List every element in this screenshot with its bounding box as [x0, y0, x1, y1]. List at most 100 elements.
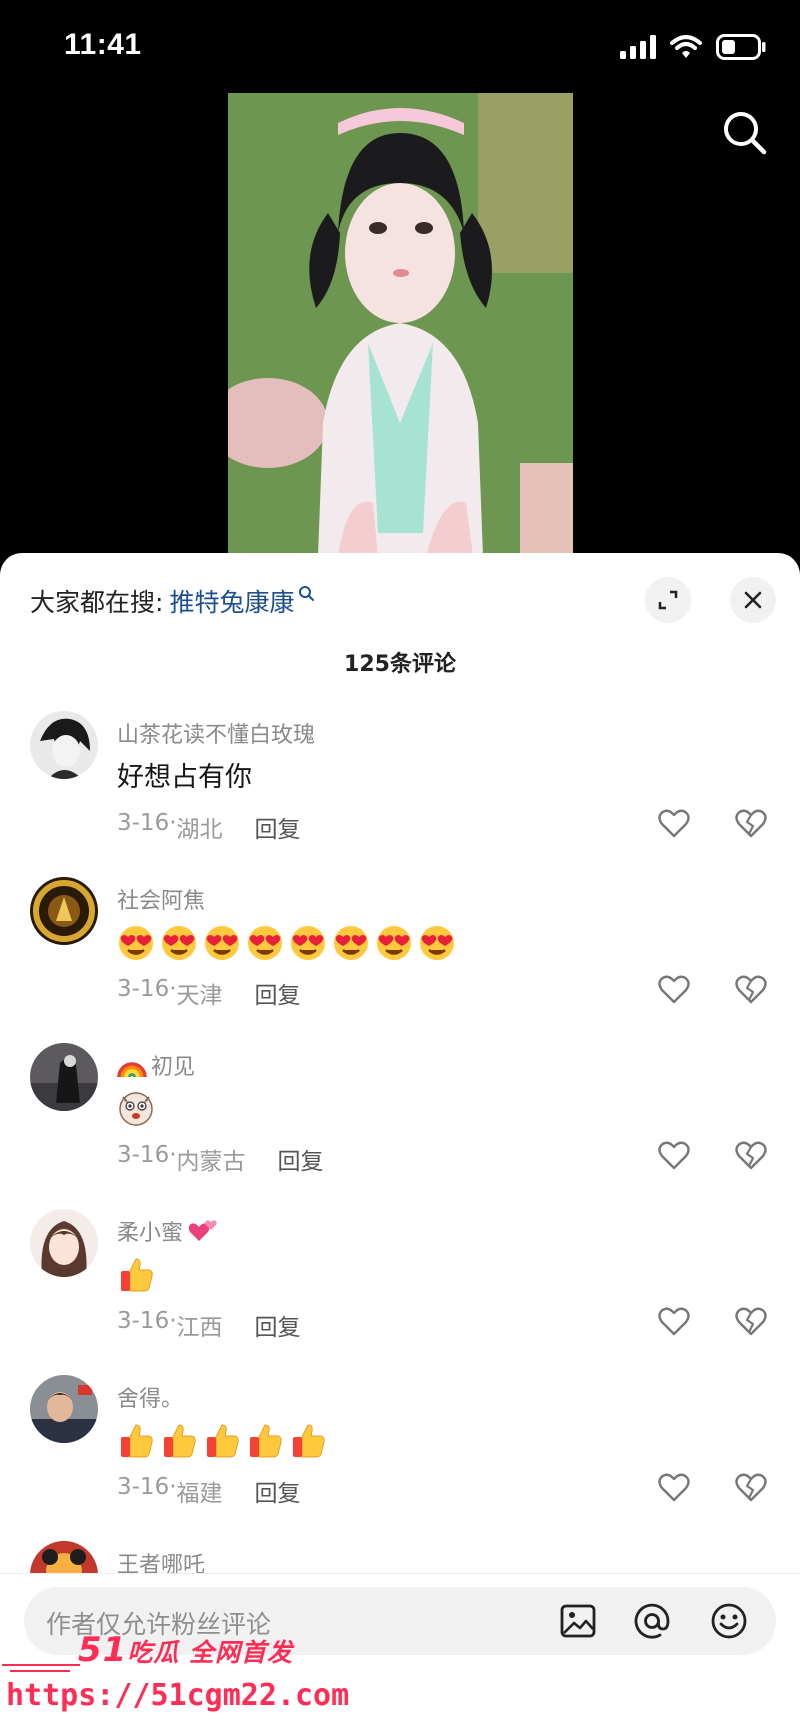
comment-emoji-row	[117, 1421, 327, 1459]
broken-heart-icon	[735, 1141, 767, 1170]
heart-icon	[658, 1473, 690, 1502]
expand-icon	[658, 590, 678, 610]
comment-username[interactable]: 社会阿焦	[117, 883, 205, 915]
avatar[interactable]	[30, 711, 98, 779]
reply-button[interactable]: 回复	[255, 1308, 301, 1342]
comment-date: 3-16	[117, 810, 170, 836]
wifi-icon	[670, 35, 702, 63]
like-button[interactable]	[657, 1139, 691, 1173]
thumbs-up-emoji	[121, 1424, 153, 1458]
dislike-button[interactable]	[734, 807, 768, 841]
two-hearts-emoji	[188, 1220, 217, 1241]
thumbs-up-emoji	[293, 1424, 325, 1458]
close-button[interactable]	[730, 577, 776, 623]
comment-username[interactable]: 初见	[117, 1049, 195, 1081]
comment-location: 江西	[176, 1315, 223, 1341]
heart-eyes-emoji	[162, 926, 196, 960]
smiley-icon	[711, 1603, 747, 1639]
battery-icon	[716, 34, 766, 64]
comment-date: 3-16	[117, 976, 170, 1002]
video-frame[interactable]	[228, 93, 573, 556]
comment-item: 舍得。 3-16 · 福建 回复	[0, 1375, 800, 1535]
reply-button[interactable]: 回复	[278, 1142, 324, 1176]
status-bar: 11:41	[0, 0, 800, 96]
image-button[interactable]	[558, 1601, 598, 1641]
comment-location: 福建	[176, 1481, 223, 1507]
comment-location: 湖北	[176, 817, 223, 843]
dislike-button[interactable]	[734, 1305, 768, 1339]
reply-button[interactable]: 回复	[255, 810, 301, 844]
avatar[interactable]	[30, 1209, 98, 1277]
heart-icon	[658, 1141, 690, 1170]
avatar[interactable]	[30, 1043, 98, 1111]
hot-search-keyword[interactable]: 推特兔康康	[169, 583, 294, 619]
heart-icon	[658, 1307, 690, 1336]
heart-eyes-emoji	[377, 926, 411, 960]
heart-icon	[658, 975, 690, 1004]
broken-heart-icon	[735, 1307, 767, 1336]
watermark-speed-lines	[2, 1664, 80, 1672]
comment-meta: 3-16 · 天津 回复	[117, 976, 301, 1010]
hot-search-prefix: 大家都在搜:	[30, 588, 164, 617]
like-button[interactable]	[657, 807, 691, 841]
like-button[interactable]	[657, 1471, 691, 1505]
watermark-brand: 51吃瓜 全网首发	[78, 1630, 293, 1670]
comment-location: 内蒙古	[176, 1149, 246, 1175]
comment-meta: 3-16 · 湖北 回复	[117, 810, 301, 844]
signal-icon	[620, 35, 656, 63]
hot-search-bar[interactable]: 大家都在搜: 推特兔康康	[30, 583, 316, 619]
comment-username[interactable]: 柔小蜜	[117, 1215, 219, 1247]
broken-heart-icon	[735, 1473, 767, 1502]
watermark-brand-text: 吃瓜 全网首发	[127, 1638, 294, 1667]
comment-item: 社会阿焦 3-16 · 天津 回复	[0, 877, 800, 1037]
comment-username[interactable]: 山茶花读不懂白玫瑰	[117, 717, 315, 749]
funny-face-emoji	[119, 1092, 153, 1126]
reply-button[interactable]: 回复	[255, 1474, 301, 1508]
rainbow-emoji	[117, 1062, 147, 1078]
thumbs-up-emoji	[207, 1424, 239, 1458]
close-icon	[744, 591, 762, 609]
like-button[interactable]	[657, 1305, 691, 1339]
image-icon	[560, 1604, 596, 1638]
heart-eyes-emoji	[205, 926, 239, 960]
search-icon	[724, 112, 767, 155]
like-button[interactable]	[657, 973, 691, 1007]
dislike-button[interactable]	[734, 1471, 768, 1505]
expand-button[interactable]	[645, 577, 691, 623]
mention-button[interactable]	[632, 1601, 672, 1641]
broken-heart-icon	[735, 809, 767, 838]
comment-meta: 3-16 · 江西 回复	[117, 1308, 301, 1342]
thumbs-up-emoji	[164, 1424, 196, 1458]
dislike-button[interactable]	[734, 973, 768, 1007]
reply-button[interactable]: 回复	[255, 976, 301, 1010]
comment-meta: 3-16 · 福建 回复	[117, 1474, 301, 1508]
dislike-button[interactable]	[734, 1139, 768, 1173]
search-button[interactable]	[720, 108, 770, 158]
avatar[interactable]	[30, 1375, 98, 1443]
heart-eyes-emoji	[248, 926, 282, 960]
heart-eyes-emoji	[119, 926, 153, 960]
comment-date: 3-16	[117, 1308, 170, 1334]
thumbs-up-emoji	[250, 1424, 282, 1458]
comment-username[interactable]: 舍得。	[117, 1381, 183, 1413]
comment-emoji-row	[117, 1089, 155, 1127]
comment-date: 3-16	[117, 1142, 170, 1168]
status-icons	[620, 34, 766, 64]
emoji-button[interactable]	[709, 1601, 749, 1641]
comment-count: 125条评论	[344, 652, 456, 677]
heart-icon	[658, 809, 690, 838]
heart-eyes-emoji	[291, 926, 325, 960]
comment-item: 柔小蜜 3-16 · 江西 回复	[0, 1209, 800, 1369]
avatar[interactable]	[30, 877, 98, 945]
comment-item: 初见 3-16 · 内蒙古 回复	[0, 1043, 800, 1203]
broken-heart-icon	[735, 975, 767, 1004]
comment-sheet: 大家都在搜: 推特兔康康 125条评论 山茶花读不懂白玫瑰 好想占有你 3-16…	[0, 553, 800, 1731]
heart-eyes-emoji	[334, 926, 368, 960]
watermark-brand-number: 51	[78, 1630, 128, 1670]
watermark-url: https://51cgm22.com	[6, 1678, 350, 1713]
at-mention-icon	[634, 1603, 670, 1639]
comment-text: 好想占有你	[117, 762, 252, 793]
comment-item: 山茶花读不懂白玫瑰 好想占有你 3-16 · 湖北 回复	[0, 711, 800, 871]
comment-emoji-row	[117, 1255, 155, 1293]
comment-emoji-row	[117, 923, 456, 961]
